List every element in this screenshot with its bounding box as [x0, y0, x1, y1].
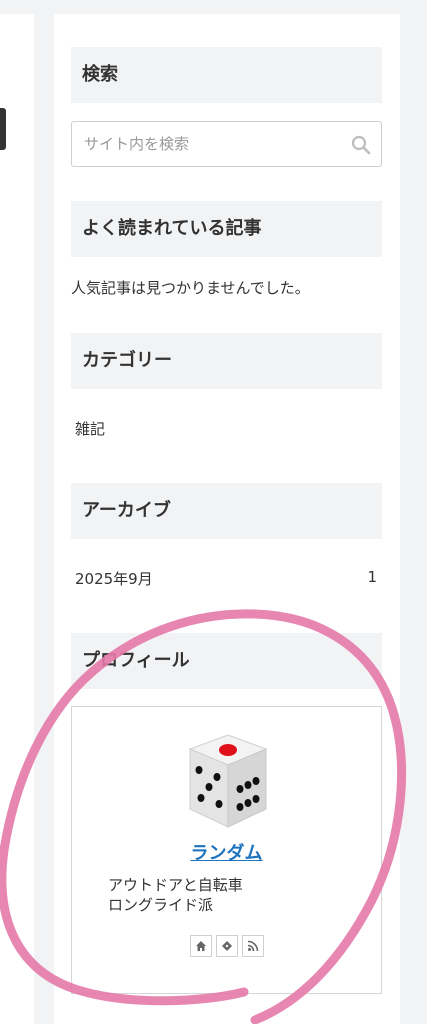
search-widget-title: 検索 — [71, 47, 382, 103]
search-icon[interactable] — [351, 135, 371, 155]
scroll-tab[interactable] — [0, 108, 6, 150]
profile-card: ランダム アウトドアと自転車 ロングライド派 — [71, 706, 382, 994]
social-icons — [72, 935, 381, 957]
profile-widget-title: プロフィール — [71, 633, 382, 689]
profile-description: アウトドアと自転車 ロングライド派 — [108, 875, 243, 915]
category-link[interactable]: 雑記 — [75, 418, 105, 439]
profile-description-line: ロングライド派 — [108, 896, 214, 914]
main-content-edge — [0, 14, 34, 1024]
home-icon[interactable] — [189, 935, 212, 957]
popular-posts-empty: 人気記事は見つかりませんでした。 — [71, 279, 310, 297]
profile-name-link[interactable]: ランダム — [72, 839, 381, 865]
search-placeholder: サイト内を検索 — [84, 135, 190, 153]
archive-widget-title: アーカイブ — [71, 483, 382, 539]
feedly-icon[interactable] — [215, 935, 238, 957]
category-widget-title: カテゴリー — [71, 333, 382, 389]
rss-icon[interactable] — [241, 935, 264, 957]
archive-count: 1 — [367, 568, 377, 586]
dice-icon — [188, 734, 268, 828]
archive-link[interactable]: 2025年9月 — [75, 568, 153, 589]
popular-posts-title: よく読まれている記事 — [71, 201, 382, 257]
search-input[interactable]: サイト内を検索 — [71, 121, 382, 167]
profile-description-line: アウトドアと自転車 — [108, 876, 243, 894]
sidebar: 検索 サイト内を検索 よく読まれている記事 人気記事は見つかりませんでした。 カ… — [54, 14, 400, 1024]
